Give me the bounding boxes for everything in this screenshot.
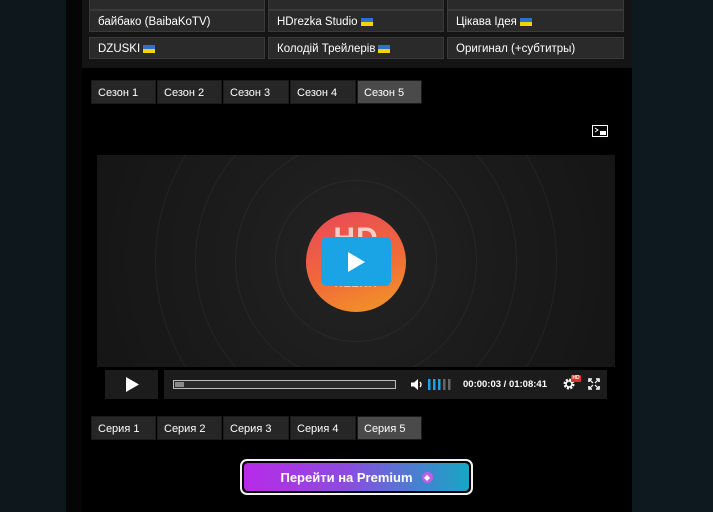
premium-button-label: Перейти на Premium xyxy=(280,469,413,485)
big-play-button[interactable] xyxy=(321,237,391,286)
quality-badge: HD xyxy=(571,375,581,382)
season-tab-4[interactable]: Сезон 4 xyxy=(290,80,356,104)
play-icon xyxy=(348,251,365,272)
go-premium-button[interactable]: Перейти на Premium ◆ xyxy=(244,463,469,491)
season-tab-1[interactable]: Сезон 1 xyxy=(91,80,156,104)
seek-bar[interactable] xyxy=(173,380,396,389)
left-gutter xyxy=(66,0,82,512)
play-pause-button[interactable] xyxy=(105,370,158,399)
ukraine-flag-icon xyxy=(360,18,373,26)
season-tab-3[interactable]: Сезон 3 xyxy=(223,80,289,104)
translator-item[interactable] xyxy=(89,0,265,10)
volume-icon[interactable] xyxy=(410,378,424,391)
episode-tab-5[interactable]: Серия 5 xyxy=(357,416,422,440)
premium-button-frame: Перейти на Premium ◆ xyxy=(240,459,473,495)
volume-bar xyxy=(448,379,451,390)
episode-tab-3[interactable]: Серия 3 xyxy=(223,416,289,440)
picture-in-picture-icon[interactable] xyxy=(592,125,608,137)
volume-bar xyxy=(428,379,431,390)
translator-item[interactable]: DZUSKI xyxy=(89,37,265,59)
volume-bar xyxy=(438,379,441,390)
season-tab-5[interactable]: Сезон 5 xyxy=(357,80,422,104)
episode-tab-1[interactable]: Серия 1 xyxy=(91,416,156,440)
translator-item[interactable]: HDrezka Studio xyxy=(268,10,444,32)
translator-item[interactable] xyxy=(268,0,444,10)
season-tab-2[interactable]: Сезон 2 xyxy=(157,80,222,104)
ukraine-flag-icon xyxy=(378,45,391,53)
translator-item[interactable] xyxy=(447,0,624,10)
volume-slider[interactable] xyxy=(428,379,452,390)
volume-bar xyxy=(433,379,436,390)
episode-tab-2[interactable]: Серия 2 xyxy=(157,416,222,440)
translator-item[interactable]: Оригинал (+субтитры) xyxy=(447,37,624,59)
seek-progress xyxy=(175,382,184,387)
translator-item[interactable]: Цікава Ідея xyxy=(447,10,624,32)
volume-bar xyxy=(443,379,446,390)
left-background xyxy=(0,0,66,512)
play-icon xyxy=(125,377,139,392)
right-background xyxy=(632,0,713,512)
fullscreen-icon[interactable] xyxy=(588,378,600,390)
translator-item[interactable]: байбако (BaibaKoTV) xyxy=(89,10,265,32)
time-display: 00:00:03 / 01:08:41 xyxy=(463,379,547,390)
premium-diamond-icon: ◆ xyxy=(421,471,433,483)
translator-item[interactable]: Колодій Трейлерів xyxy=(268,37,444,59)
episode-tab-4[interactable]: Серия 4 xyxy=(290,416,356,440)
translator-list: байбако (BaibaKoTV) HDrezka Studio Цікав… xyxy=(82,0,632,68)
ukraine-flag-icon xyxy=(143,45,156,53)
ukraine-flag-icon xyxy=(519,18,532,26)
